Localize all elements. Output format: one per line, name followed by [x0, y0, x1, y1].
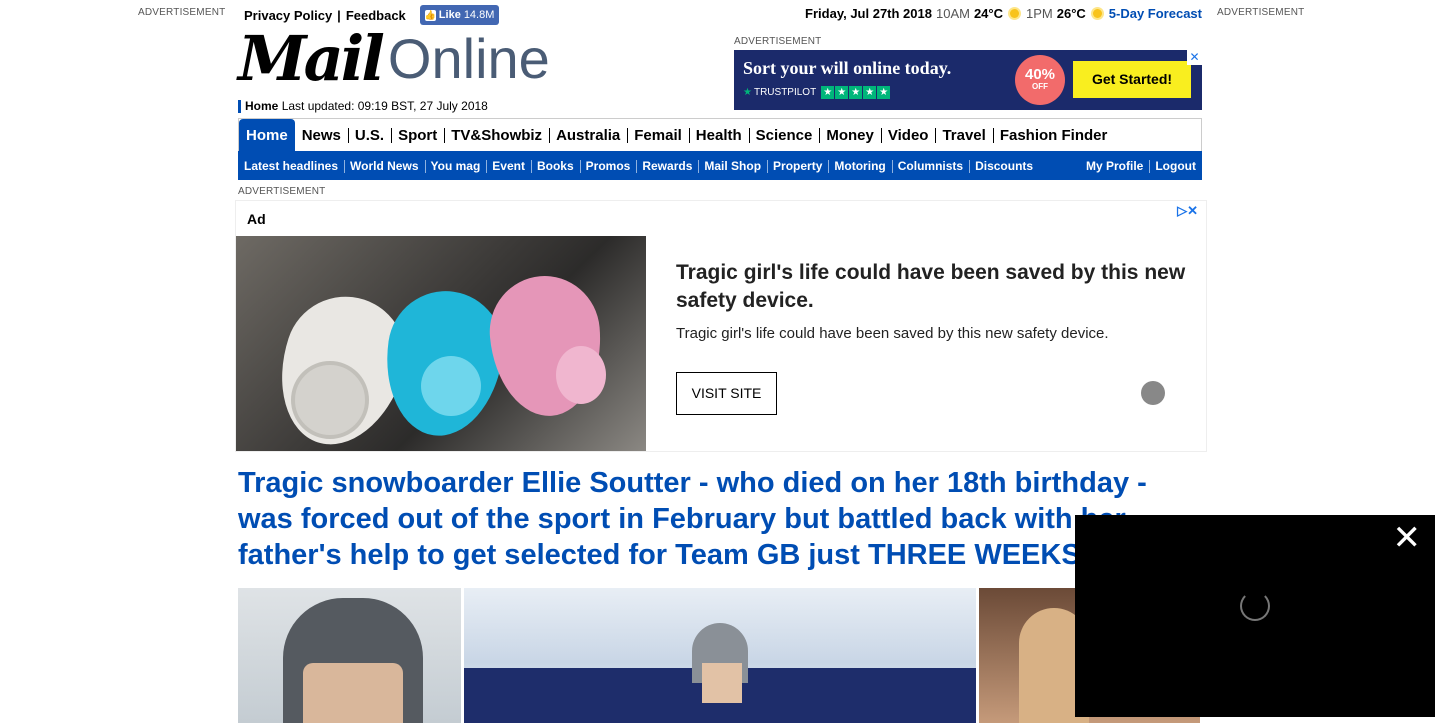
weather-time-1: 10AM [935, 6, 970, 21]
article-photos [238, 588, 1200, 723]
discount-percent: 40% [1024, 66, 1056, 83]
article-headline[interactable]: Tragic snowboarder Ellie Soutter - who d… [238, 465, 1198, 573]
video-player[interactable]: ✕ [1075, 515, 1435, 717]
nav-femail[interactable]: Femail [627, 119, 689, 151]
alarm-button-blue [421, 356, 481, 416]
like-label: Like [438, 9, 461, 21]
nav-travel[interactable]: Travel [935, 119, 992, 151]
thumbs-up-icon: 👍 [424, 9, 437, 21]
nav-australia[interactable]: Australia [549, 119, 627, 151]
nav-health[interactable]: Health [688, 119, 749, 151]
trustpilot-star-icon: ★ [743, 87, 752, 98]
nav-property[interactable]: Property [767, 159, 828, 173]
facebook-like-button[interactable]: 👍 Like 14.8M [419, 5, 500, 25]
trustpilot-rating: ★ TRUSTPILOT ★ ★ ★ ★ ★ [743, 86, 891, 99]
banner-headline: Sort your will online today. [743, 58, 952, 78]
last-updated: Home Last updated: 09:19 BST, 27 July 20… [238, 100, 488, 113]
ad-close-icon[interactable]: ✕ [1187, 50, 1202, 65]
sun-icon [1092, 9, 1102, 18]
sun-icon [1010, 9, 1019, 18]
ad-description: Tragic girl's life could have been saved… [676, 325, 1109, 342]
trustpilot-label: TRUSTPILOT [753, 87, 817, 98]
like-count: 14.8M [463, 9, 495, 21]
rating-star: ★ [821, 86, 835, 99]
home-label: Home [245, 99, 279, 113]
nav-sport[interactable]: Sport [391, 119, 444, 151]
privacy-policy-link[interactable]: Privacy Policy [244, 8, 332, 23]
rating-star: ★ [835, 86, 849, 99]
nav-us[interactable]: U.S. [347, 119, 391, 151]
logout-link[interactable]: Logout [1149, 159, 1202, 173]
article-photo-team[interactable] [464, 588, 976, 723]
nav-rewards[interactable]: Rewards [636, 159, 698, 173]
nav-news[interactable]: News [295, 119, 348, 151]
athlete-face [702, 663, 742, 703]
current-date: Friday, Jul 27th 2018 [805, 6, 932, 21]
loading-spinner-icon [1240, 591, 1270, 621]
nav-you-mag[interactable]: You mag [424, 159, 487, 173]
link-separator: | [337, 7, 341, 23]
feedback-link[interactable]: Feedback [346, 8, 406, 23]
ad-image[interactable] [236, 236, 646, 451]
adchoices-icon[interactable]: ▷✕ [1177, 203, 1198, 219]
mailonline-logo[interactable]: Mail Online [238, 28, 550, 90]
nav-latest-headlines[interactable]: Latest headlines [238, 159, 344, 173]
nav-home[interactable]: Home [239, 119, 295, 151]
banner-ad[interactable]: Sort your will online today. ★ TRUSTPILO… [734, 50, 1202, 110]
article-photo-portrait[interactable] [238, 588, 461, 723]
alarm-button-white [291, 361, 369, 439]
rating-star: ★ [849, 86, 863, 99]
weather-temp-2: 26°C [1056, 6, 1086, 21]
nav-motoring[interactable]: Motoring [828, 159, 891, 173]
nav-world-news[interactable]: World News [344, 159, 424, 173]
last-updated-text: Last updated: 09:19 BST, 27 July 2018 [281, 99, 488, 113]
nav-money[interactable]: Money [819, 119, 881, 151]
discount-off: OFF [1032, 82, 1048, 91]
five-day-forecast-link[interactable]: 5-Day Forecast [1109, 6, 1202, 21]
weather-time-2: 1PM [1026, 6, 1053, 21]
primary-nav: Home News U.S. Sport TV&Showbiz Australi… [238, 118, 1202, 151]
nav-event[interactable]: Event [486, 159, 531, 173]
visit-site-button[interactable]: VISIT SITE [676, 372, 777, 415]
ad-label-mid: ADVERTISEMENT [238, 186, 326, 197]
nav-tvshowbiz[interactable]: TV&Showbiz [444, 119, 549, 151]
close-icon[interactable]: ✕ [1393, 521, 1422, 555]
nav-mail-shop[interactable]: Mail Shop [698, 159, 767, 173]
rating-star: ★ [877, 86, 891, 99]
nav-science[interactable]: Science [748, 119, 820, 151]
my-profile-link[interactable]: My Profile [1080, 159, 1149, 173]
ad-title[interactable]: Tragic girl's life could have been saved… [676, 259, 1186, 315]
nav-discounts[interactable]: Discounts [969, 159, 1039, 173]
nav-promos[interactable]: Promos [579, 159, 637, 173]
ad-label-right: ADVERTISEMENT [1217, 7, 1305, 18]
native-ad[interactable]: Ad ▷✕ Tragic girl's life could have been… [235, 200, 1207, 452]
ad-label-banner: ADVERTISEMENT [734, 36, 822, 47]
ad-tag: Ad [247, 211, 266, 227]
weather-temp-1: 24°C [973, 6, 1003, 21]
rating-star: ★ [863, 86, 877, 99]
get-started-button[interactable]: Get Started! [1073, 61, 1191, 98]
face [303, 663, 403, 723]
ad-label-left: ADVERTISEMENT [138, 7, 226, 18]
logo-online: Online [387, 27, 550, 90]
globe-icon [1141, 381, 1165, 405]
nav-video[interactable]: Video [880, 119, 936, 151]
nav-fashion-finder[interactable]: Fashion Finder [992, 119, 1115, 151]
secondary-nav: Latest headlines World News You mag Even… [238, 151, 1202, 180]
nav-columnists[interactable]: Columnists [891, 159, 969, 173]
logo-mail: Mail [238, 22, 385, 95]
discount-badge: 40% OFF [1015, 55, 1065, 105]
alarm-button-pink [556, 346, 606, 404]
weather-widget: Friday, Jul 27th 2018 10AM 24°C 1PM 26°C… [805, 6, 1202, 21]
nav-books[interactable]: Books [530, 159, 580, 173]
